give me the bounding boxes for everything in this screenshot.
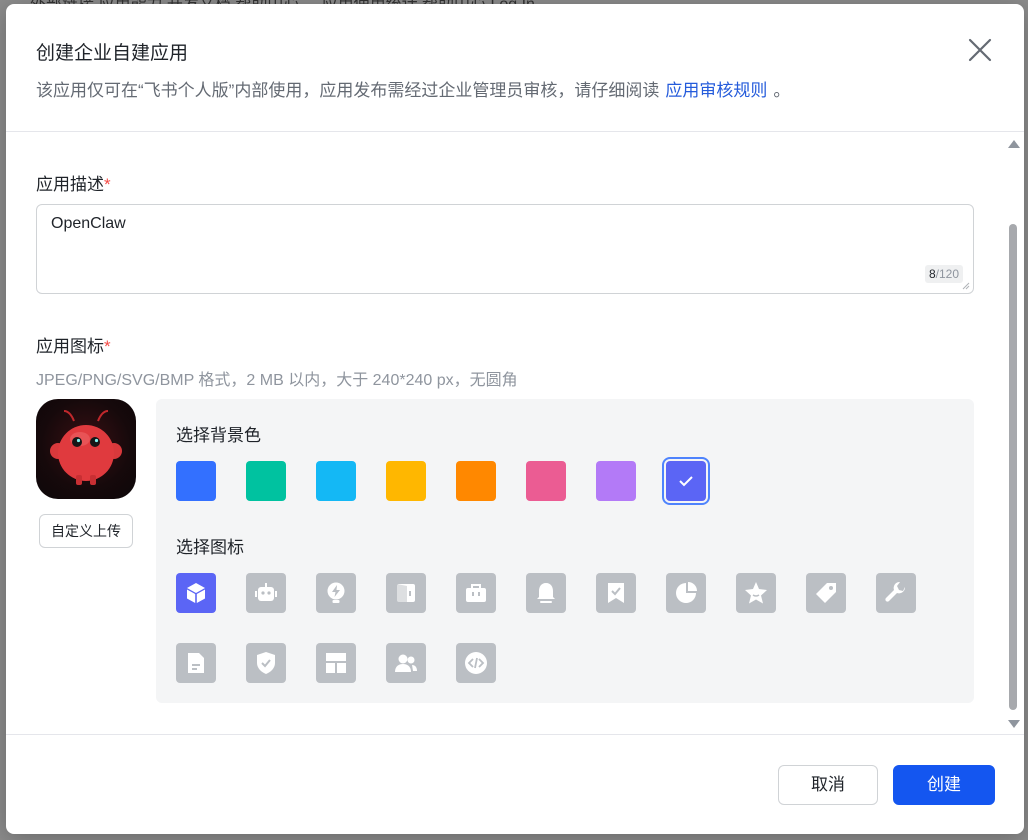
layout-icon[interactable] (316, 643, 356, 683)
scroll-thumb[interactable] (1009, 224, 1017, 710)
tag-icon[interactable] (806, 573, 846, 613)
required-mark: * (104, 175, 111, 194)
red-creature-icon (50, 410, 122, 485)
shield-check-icon[interactable] (246, 643, 286, 683)
char-count-max: /120 (935, 267, 959, 281)
char-counter: 8/120 (924, 265, 963, 283)
description-label-text: 应用描述 (36, 175, 104, 194)
robot-icon[interactable] (246, 573, 286, 613)
bg-color-swatch[interactable] (596, 461, 636, 501)
dialog-footer: 取消 创建 (6, 734, 1024, 834)
dialog-subtitle: 该应用仅可在“飞书个人版”内部使用，应用发布需经过企业管理员审核，请仔细阅读 应用… (36, 76, 790, 101)
bookmark-check-icon[interactable] (596, 573, 636, 613)
cancel-button[interactable]: 取消 (778, 765, 878, 805)
lightning-bulb-icon[interactable] (316, 573, 356, 613)
box-icon[interactable] (176, 573, 216, 613)
bg-color-swatch[interactable] (666, 461, 706, 501)
vertical-scrollbar[interactable] (1007, 132, 1020, 734)
close-icon[interactable] (966, 36, 994, 64)
code-icon[interactable] (456, 643, 496, 683)
icon-choice-title: 选择图标 (176, 538, 244, 557)
bg-color-swatch[interactable] (316, 461, 356, 501)
check-icon (679, 476, 693, 487)
scroll-up-icon[interactable] (1008, 140, 1020, 148)
people-icon[interactable] (386, 643, 426, 683)
subtitle-period: 。 (773, 81, 791, 100)
create-button[interactable]: 创建 (893, 765, 995, 805)
dialog-body: 应用描述* OpenClaw 8/120 应用图标* JPEG/PNG/SVG/… (6, 132, 1006, 734)
subtitle-text: 该应用仅可在“飞书个人版”内部使用，应用发布需经过企业管理员审核，请仔细阅读 (36, 81, 660, 100)
icon-label-text: 应用图标 (36, 337, 104, 356)
pie-chart-icon[interactable] (666, 573, 706, 613)
bg-color-title: 选择背景色 (176, 426, 261, 445)
custom-upload-button[interactable]: 自定义上传 (39, 514, 133, 548)
resize-handle-icon[interactable] (962, 282, 970, 290)
door-icon[interactable] (386, 573, 426, 613)
bell-icon[interactable] (526, 573, 566, 613)
app-icon-preview (36, 399, 136, 499)
scroll-down-icon[interactable] (1008, 720, 1020, 728)
icon-picker-panel: 选择背景色 选择图标 (156, 399, 974, 703)
bg-color-swatch[interactable] (386, 461, 426, 501)
char-count-current: 8 (928, 267, 936, 281)
dialog-title: 创建企业自建应用 (36, 43, 189, 64)
bg-color-swatch[interactable] (176, 461, 216, 501)
bg-color-swatch[interactable] (526, 461, 566, 501)
description-textarea[interactable]: OpenClaw 8/120 (36, 204, 974, 294)
required-mark: * (104, 337, 111, 356)
star-badge-icon[interactable] (736, 573, 776, 613)
briefcase-icon[interactable] (456, 573, 496, 613)
bg-color-swatch[interactable] (456, 461, 496, 501)
review-rules-link[interactable]: 应用审核规则 (665, 81, 767, 100)
icon-format-hint: JPEG/PNG/SVG/BMP 格式，2 MB 以内，大于 240*240 p… (36, 372, 518, 389)
icon-label: 应用图标* (36, 332, 111, 357)
document-icon[interactable] (176, 643, 216, 683)
dialog-header: 创建企业自建应用 该应用仅可在“飞书个人版”内部使用，应用发布需经过企业管理员审… (6, 4, 1024, 132)
description-value: OpenClaw (51, 215, 126, 232)
bg-color-swatch[interactable] (246, 461, 286, 501)
wrench-icon[interactable] (876, 573, 916, 613)
description-label: 应用描述* (36, 170, 111, 195)
create-app-dialog: 创建企业自建应用 该应用仅可在“飞书个人版”内部使用，应用发布需经过企业管理员审… (6, 4, 1024, 834)
